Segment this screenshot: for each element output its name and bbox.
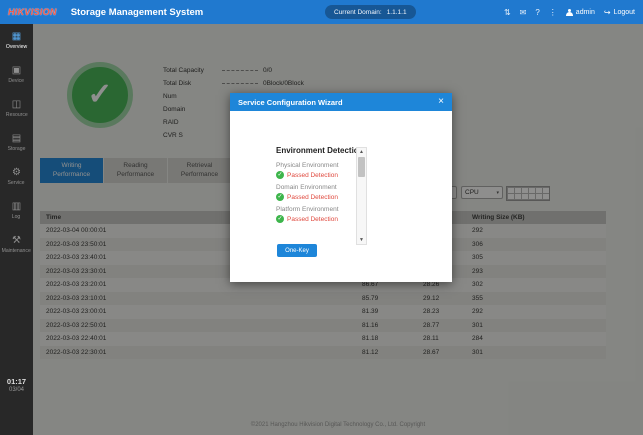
clock-time: 01:17 (0, 377, 33, 386)
scroll-down-icon[interactable]: ▼ (359, 236, 364, 244)
environment-status: ✓Passed Detection (276, 171, 339, 179)
sidebar-item-log[interactable]: ▥ Log (0, 194, 33, 228)
logout-icon: ↪ (604, 8, 611, 17)
scroll-thumb[interactable] (358, 157, 365, 177)
status-text: Passed Detection (287, 216, 338, 223)
sidebar-item-label: Storage (8, 146, 26, 151)
hikvision-logo: HIKVISION (8, 7, 57, 17)
sidebar-item-storage[interactable]: ▤ Storage (0, 126, 33, 160)
header-actions: ⇅ ✉? ⋮ admin ↪ Logout (504, 8, 635, 17)
sidebar-item-service[interactable]: ⚙ Service (0, 160, 33, 194)
environment-check: Domain Environment ✓Passed Detection (276, 184, 339, 201)
environment-status: ✓Passed Detection (276, 193, 339, 201)
transfer-icon[interactable]: ⇅ (504, 8, 511, 17)
sidebar-item-label: Overview (6, 44, 27, 49)
sidebar-item-overview[interactable]: ▦ Overview (0, 24, 33, 58)
user-icon (566, 9, 573, 16)
help-icon[interactable]: ? (535, 8, 539, 17)
modal-scrollbar[interactable]: ▲ ▼ (356, 147, 367, 245)
sidebar-item-device[interactable]: ▣ Device (0, 58, 33, 92)
modal-title: Service Configuration Wizard (238, 98, 343, 107)
overview-icon: ▦ (12, 32, 21, 42)
status-text: Passed Detection (287, 194, 338, 201)
sidebar-clock: 01:17 03/04 (0, 377, 33, 393)
environment-name: Domain Environment (276, 184, 339, 191)
sidebar-item-label: Resource (6, 112, 28, 117)
environment-check: Physical Environment ✓Passed Detection (276, 162, 339, 179)
logout-label: Logout (614, 9, 635, 16)
log-icon: ▥ (12, 202, 21, 212)
service-icon: ⚙ (12, 168, 21, 178)
app-title: Storage Management System (71, 7, 204, 18)
close-icon[interactable]: × (438, 97, 444, 107)
sidebar-item-label: Service (8, 180, 25, 185)
more-icon[interactable]: ⋮ (549, 8, 557, 17)
environment-check: Platform Environment ✓Passed Detection (276, 206, 339, 223)
domain-label: Current Domain: (334, 9, 382, 16)
resource-icon: ◫ (12, 100, 21, 110)
sidebar-item-maintenance[interactable]: ⚒ Maintenance (0, 228, 33, 262)
status-text: Passed Detection (287, 172, 338, 179)
sidebar-item-label: Device (9, 78, 25, 83)
scroll-up-icon[interactable]: ▲ (359, 148, 364, 156)
sidebar-item-resource[interactable]: ◫ Resource (0, 92, 33, 126)
current-domain-badge: Current Domain: 1.1.1.1 (325, 5, 416, 19)
modal-header: Service Configuration Wizard × (230, 93, 452, 111)
environment-detection-title: Environment Detection (276, 146, 364, 155)
sidebar-items: ▦ Overview ▣ Device ◫ Resource ▤ Storage ⚙ Servic… (0, 24, 33, 262)
username: admin (576, 9, 595, 16)
top-header: HIKVISION Storage Management System Curr… (0, 0, 643, 24)
alarm-icon[interactable]: ✉ (520, 8, 527, 17)
logout-button[interactable]: ↪ Logout (604, 8, 635, 17)
sidebar-item-label: Maintenance (2, 248, 31, 253)
modal-body: Environment Detection Physical Environme… (230, 111, 452, 282)
passed-check-icon: ✓ (276, 171, 284, 179)
passed-check-icon: ✓ (276, 215, 284, 223)
user-menu[interactable]: admin (566, 9, 595, 16)
environment-name: Platform Environment (276, 206, 339, 213)
maintenance-icon: ⚒ (12, 236, 21, 246)
service-config-wizard-modal: Service Configuration Wizard × Environme… (230, 93, 452, 282)
sidebar-nav: ▦ Overview ▣ Device ◫ Resource ▤ Storage ⚙ Servic… (0, 24, 33, 435)
one-key-button[interactable]: One-Key (277, 244, 317, 257)
passed-check-icon: ✓ (276, 193, 284, 201)
domain-value: 1.1.1.1 (387, 9, 407, 16)
storage-icon: ▤ (12, 134, 21, 144)
device-icon: ▣ (12, 66, 21, 76)
environment-name: Physical Environment (276, 162, 339, 169)
environment-checks: Physical Environment✓Passed DetectionDom… (276, 162, 339, 228)
app-window: HIKVISION Storage Management System Curr… (0, 0, 643, 435)
sidebar-item-label: Log (12, 214, 21, 219)
clock-date: 03/04 (0, 387, 33, 393)
environment-status: ✓Passed Detection (276, 215, 339, 223)
header-icon-cluster: ⇅ ✉? ⋮ (504, 8, 557, 17)
